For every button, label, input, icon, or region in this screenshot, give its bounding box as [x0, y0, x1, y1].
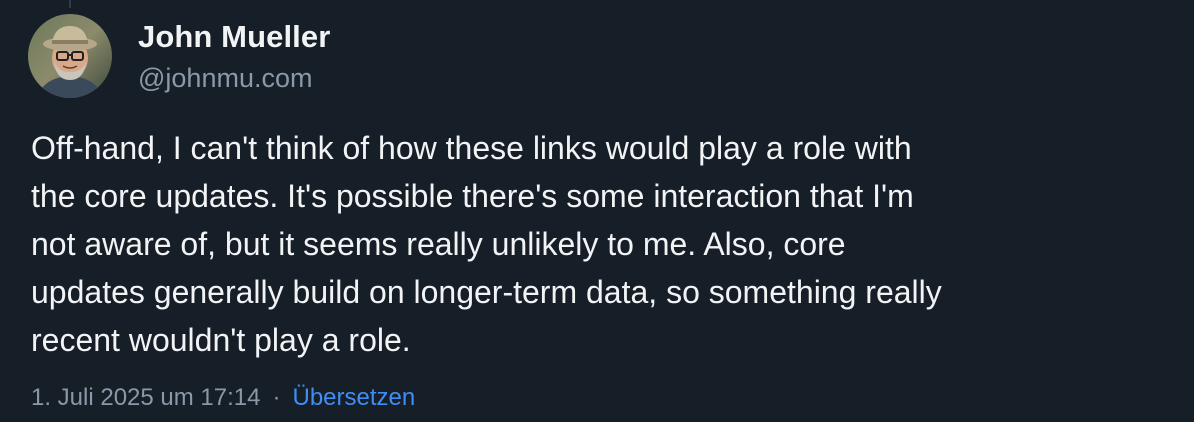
post-text-line: the core updates. It's possible there's …: [31, 178, 914, 214]
avatar-image: [28, 14, 112, 98]
meta-separator: ·: [272, 384, 281, 411]
post-meta: 1. Juli 2025 um 17:14 · Übersetzen: [31, 383, 415, 413]
post-text: Off-hand, I can't think of how these lin…: [31, 124, 1171, 364]
post-text-line: updates generally build on longer-term d…: [31, 274, 942, 310]
post-text-line: recent wouldn't play a role.: [31, 322, 411, 358]
avatar[interactable]: [28, 14, 112, 98]
thread-connector-line: [69, 0, 71, 8]
author-display-name[interactable]: John Mueller: [138, 18, 330, 56]
post-text-line: Off-hand, I can't think of how these lin…: [31, 130, 912, 166]
post-timestamp[interactable]: 1. Juli 2025 um 17:14: [31, 384, 261, 411]
translate-link[interactable]: Übersetzen: [293, 384, 416, 411]
post-text-line: not aware of, but it seems really unlike…: [31, 226, 846, 262]
author-handle[interactable]: @johnmu.com: [138, 61, 330, 95]
author-block: John Mueller @johnmu.com: [138, 18, 330, 95]
post-card: John Mueller @johnmu.com Off-hand, I can…: [0, 0, 1194, 422]
